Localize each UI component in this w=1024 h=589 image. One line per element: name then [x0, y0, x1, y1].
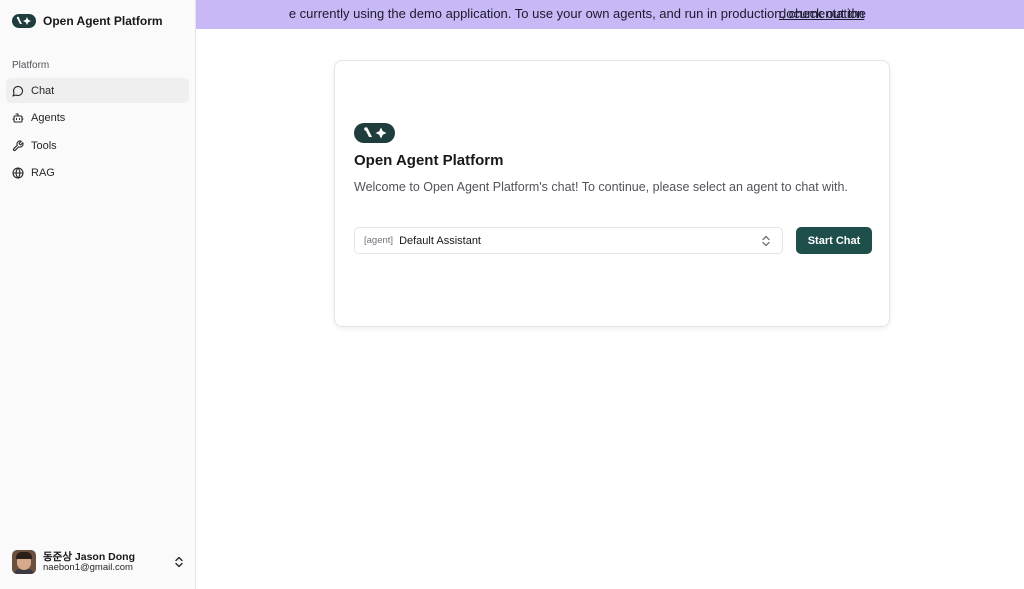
globe-icon: [12, 167, 24, 179]
bot-icon: [12, 113, 24, 123]
sidebar-item-label: Agents: [31, 112, 66, 124]
user-email: naebon1@gmail.com: [43, 561, 133, 573]
agent-logo-icon: [354, 123, 395, 143]
sidebar-item-agents[interactable]: Agents: [6, 106, 189, 131]
message-circle-icon: [12, 85, 23, 97]
sidebar-item-tools[interactable]: Tools: [6, 133, 189, 158]
avatar: [12, 550, 36, 574]
user-menu[interactable]: 동준상 Jason Dong naebon1@gmail.com: [12, 548, 188, 576]
wrench-icon: [12, 139, 24, 151]
section-label: Platform: [12, 60, 50, 71]
demo-banner: e currently using the demo application. …: [196, 0, 1024, 29]
documentation-link[interactable]: documentation: [779, 6, 864, 21]
sidebar-item-chat[interactable]: Chat: [6, 78, 189, 103]
sidebar-item-label: Chat: [31, 84, 55, 97]
sidebar-item-label: Tools: [31, 139, 57, 152]
user-name: 동준상 Jason Dong: [43, 550, 135, 563]
select-value: Default Assistant: [399, 234, 481, 247]
chevrons-up-down-icon: [175, 556, 183, 568]
start-chat-button[interactable]: Start Chat: [796, 227, 872, 254]
brand[interactable]: Open Agent Platform: [12, 14, 163, 28]
agent-select-card: Open Agent Platform Welcome to Open Agen…: [334, 60, 890, 327]
card-description: Welcome to Open Agent Platform's chat! T…: [354, 180, 848, 194]
card-title: Open Agent Platform: [354, 152, 504, 169]
brand-name: Open Agent Platform: [43, 14, 163, 28]
agent-logo-icon: [12, 14, 36, 28]
select-prefix: [agent]: [364, 235, 394, 246]
agent-select[interactable]: [agent] Default Assistant: [354, 227, 783, 254]
sidebar-item-rag[interactable]: RAG: [6, 161, 189, 186]
sidebar-nav: Chat Agents Tools RAG: [6, 78, 189, 188]
sidebar: Open Agent Platform Platform Chat Agents…: [0, 0, 196, 589]
sidebar-item-label: RAG: [31, 167, 55, 179]
chevrons-up-down-icon: [762, 235, 770, 247]
